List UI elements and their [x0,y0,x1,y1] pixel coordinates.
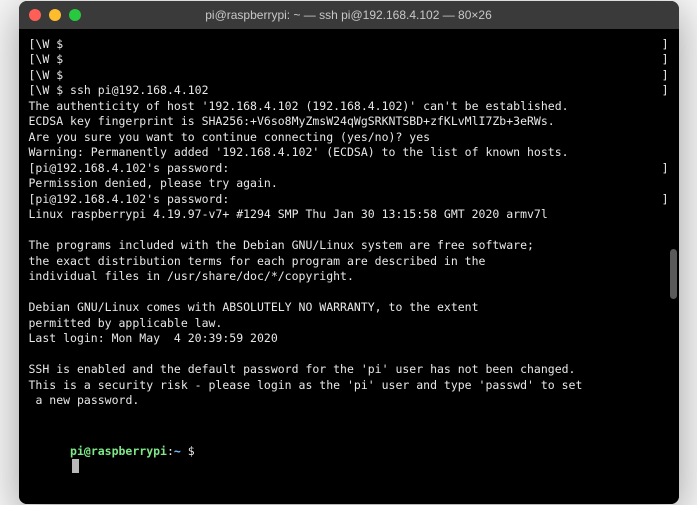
output-line: [pi@192.168.4.102's password:] [29,192,669,208]
output-line: [\W $ ssh pi@192.168.4.102] [29,83,669,99]
output-line: This is a security risk - please login a… [29,378,669,394]
output-line: Linux raspberrypi 4.19.97-v7+ #1294 SMP … [29,207,669,223]
output-line: the exact distribution terms for each pr… [29,254,669,270]
blank-line [29,347,669,363]
window-title: pi@raspberrypi: ~ — ssh pi@192.168.4.102… [19,8,679,22]
blank-line [29,223,669,239]
output-line: Are you sure you want to continue connec… [29,130,669,146]
prompt-line[interactable]: pi@raspberrypi:~ $ [29,428,669,490]
prompt-colon: : [167,444,174,458]
blank-line [29,285,669,301]
output-line: [\W $] [29,52,669,68]
prompt-path: ~ [174,444,188,458]
output-line: [\W $] [29,68,669,84]
maximize-icon[interactable] [69,9,81,21]
output-line: The programs included with the Debian GN… [29,238,669,254]
prompt-dollar: $ [188,444,195,458]
terminal-body[interactable]: [\W $] [\W $] [\W $] [\W $ ssh pi@192.16… [19,29,679,505]
output-line: ECDSA key fingerprint is SHA256:+V6so8My… [29,114,669,130]
cursor-icon [72,459,79,473]
blank-line [29,409,669,425]
output-line: a new password. [29,393,669,409]
output-line: permitted by applicable law. [29,316,669,332]
scrollbar[interactable] [670,249,677,299]
terminal-window: pi@raspberrypi: ~ — ssh pi@192.168.4.102… [19,1,679,505]
output-line: Warning: Permanently added '192.168.4.10… [29,145,669,161]
window-controls [29,9,81,21]
close-icon[interactable] [29,9,41,21]
output-line: Permission denied, please try again. [29,176,669,192]
output-line: individual files in /usr/share/doc/*/cop… [29,269,669,285]
output-line: The authenticity of host '192.168.4.102 … [29,99,669,115]
prompt-user: pi@raspberrypi [70,444,167,458]
output-line: [pi@192.168.4.102's password:] [29,161,669,177]
titlebar[interactable]: pi@raspberrypi: ~ — ssh pi@192.168.4.102… [19,1,679,29]
output-line: [\W $] [29,37,669,53]
output-line: Last login: Mon May 4 20:39:59 2020 [29,331,669,347]
output-line: Debian GNU/Linux comes with ABSOLUTELY N… [29,300,669,316]
output-line: SSH is enabled and the default password … [29,362,669,378]
minimize-icon[interactable] [49,9,61,21]
